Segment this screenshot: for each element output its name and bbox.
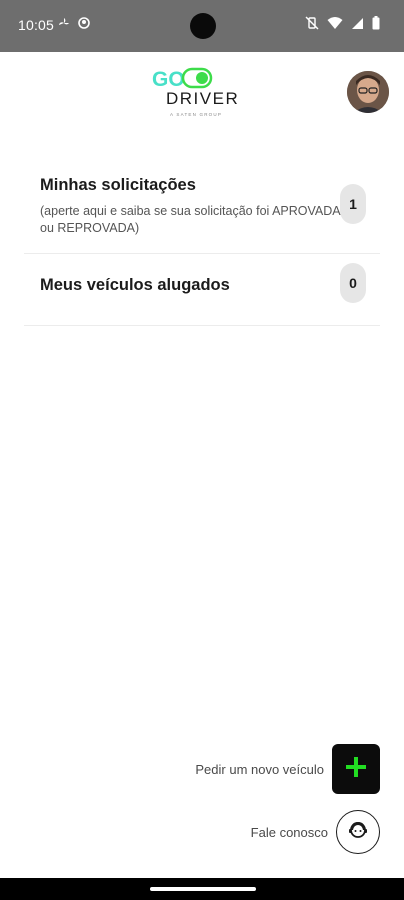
- rented-vehicles-count-badge: 0: [340, 263, 366, 303]
- svg-text:DRIVER: DRIVER: [166, 89, 239, 108]
- camera-cutout: [190, 13, 216, 39]
- my-requests-subtitle: (aperte aqui e saiba se sua solicitação …: [40, 204, 340, 235]
- new-vehicle-button[interactable]: [332, 744, 380, 794]
- my-requests-count-badge: 1: [340, 184, 366, 224]
- my-requests-title: Minhas solicitações: [40, 176, 196, 194]
- plus-icon: [345, 756, 367, 783]
- support-agent-icon: [347, 819, 369, 846]
- app-icon: [78, 17, 90, 32]
- user-avatar[interactable]: [347, 71, 389, 113]
- status-time: 10:05: [18, 17, 55, 33]
- vibrate-off-icon: [305, 16, 319, 35]
- navigation-bar: [0, 878, 404, 900]
- wifi-icon: [327, 16, 343, 35]
- contact-button[interactable]: [336, 810, 380, 854]
- home-handle[interactable]: [150, 887, 256, 891]
- contact-label: Fale conosco: [250, 824, 328, 840]
- new-vehicle-row: Pedir um novo veículo: [195, 744, 380, 794]
- status-left-icons: [58, 17, 90, 32]
- svg-text:GO: GO: [152, 68, 185, 91]
- signal-icon: [351, 17, 364, 35]
- status-bar: 10:05: [0, 0, 404, 52]
- svg-text:A SATEN GROUP: A SATEN GROUP: [170, 112, 222, 117]
- list-item-my-requests[interactable]: Minhas solicitações (aperte aqui e saiba…: [24, 160, 380, 254]
- contact-row: Fale conosco: [251, 810, 380, 854]
- new-vehicle-label: Pedir um novo veículo: [195, 761, 324, 777]
- battery-icon: [372, 16, 380, 35]
- list-item-rented-vehicles[interactable]: Meus veículos alugados 0: [24, 254, 380, 326]
- rented-vehicles-title: Meus veículos alugados: [40, 276, 230, 294]
- fan-icon: [58, 17, 70, 32]
- go-driver-logo: GO DRIVER A SATEN GROUP: [150, 64, 250, 120]
- status-right-icons: [305, 16, 380, 35]
- dashboard-list: Minhas solicitações (aperte aqui e saiba…: [24, 160, 380, 326]
